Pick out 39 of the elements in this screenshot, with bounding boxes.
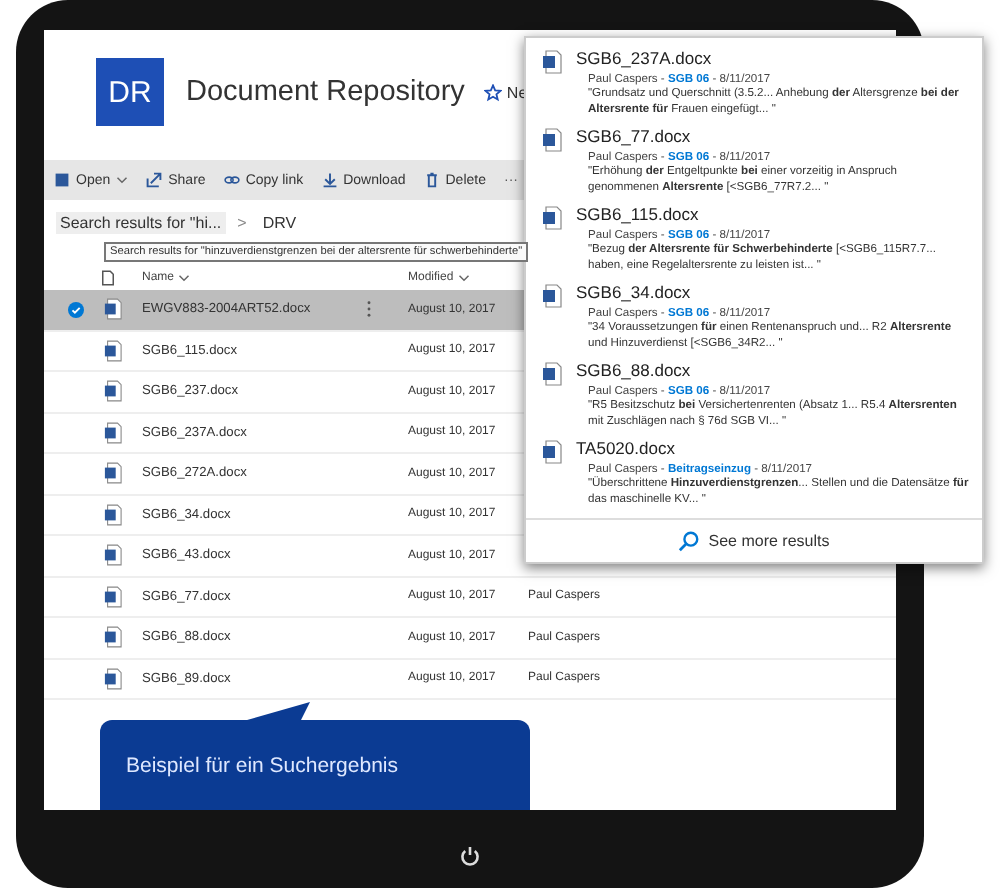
search-icon (678, 530, 701, 552)
result-title[interactable]: SGB6_115.docx (576, 204, 970, 226)
trash-icon (423, 172, 440, 188)
word-document-icon (104, 462, 122, 485)
document-icon (54, 172, 70, 188)
word-document-icon (104, 544, 122, 567)
chevron-icon (178, 273, 191, 281)
word-document-icon (104, 667, 122, 690)
word-document-icon (542, 128, 562, 152)
breadcrumb-separator: > (237, 213, 247, 231)
file-type-icon (102, 269, 114, 285)
chevron-icon (116, 176, 129, 184)
result-title[interactable]: SGB6_77.docx (576, 126, 970, 148)
link-icon (223, 172, 240, 188)
power-icon[interactable] (458, 844, 482, 868)
word-document-icon (104, 298, 122, 321)
word-document-icon (542, 362, 562, 386)
result-title[interactable]: SGB6_237A.docx (576, 48, 970, 70)
word-document-icon (104, 380, 122, 403)
breadcrumb-link[interactable]: Search results for "hi... (56, 211, 226, 233)
breadcrumb-current: DRV (260, 211, 299, 233)
site-logo: DR (96, 58, 164, 126)
see-more-results-button[interactable]: See more results (526, 518, 982, 562)
word-document-icon (104, 421, 122, 444)
callout-text: Beispiel für ein Suchergebnis (126, 753, 398, 777)
download-icon (321, 172, 338, 188)
checkmark-icon[interactable] (68, 301, 84, 318)
more-options-icon[interactable] (366, 300, 372, 319)
word-document-icon (542, 206, 562, 230)
word-document-icon (104, 585, 122, 608)
word-document-icon (104, 626, 122, 649)
word-document-icon (104, 339, 122, 362)
word-document-icon (542, 284, 562, 308)
word-document-icon (542, 440, 562, 464)
share-icon (146, 172, 163, 188)
word-document-icon (104, 503, 122, 526)
site-title: Document Repository (186, 76, 465, 108)
chevron-icon (457, 273, 470, 281)
word-document-icon (542, 50, 562, 74)
